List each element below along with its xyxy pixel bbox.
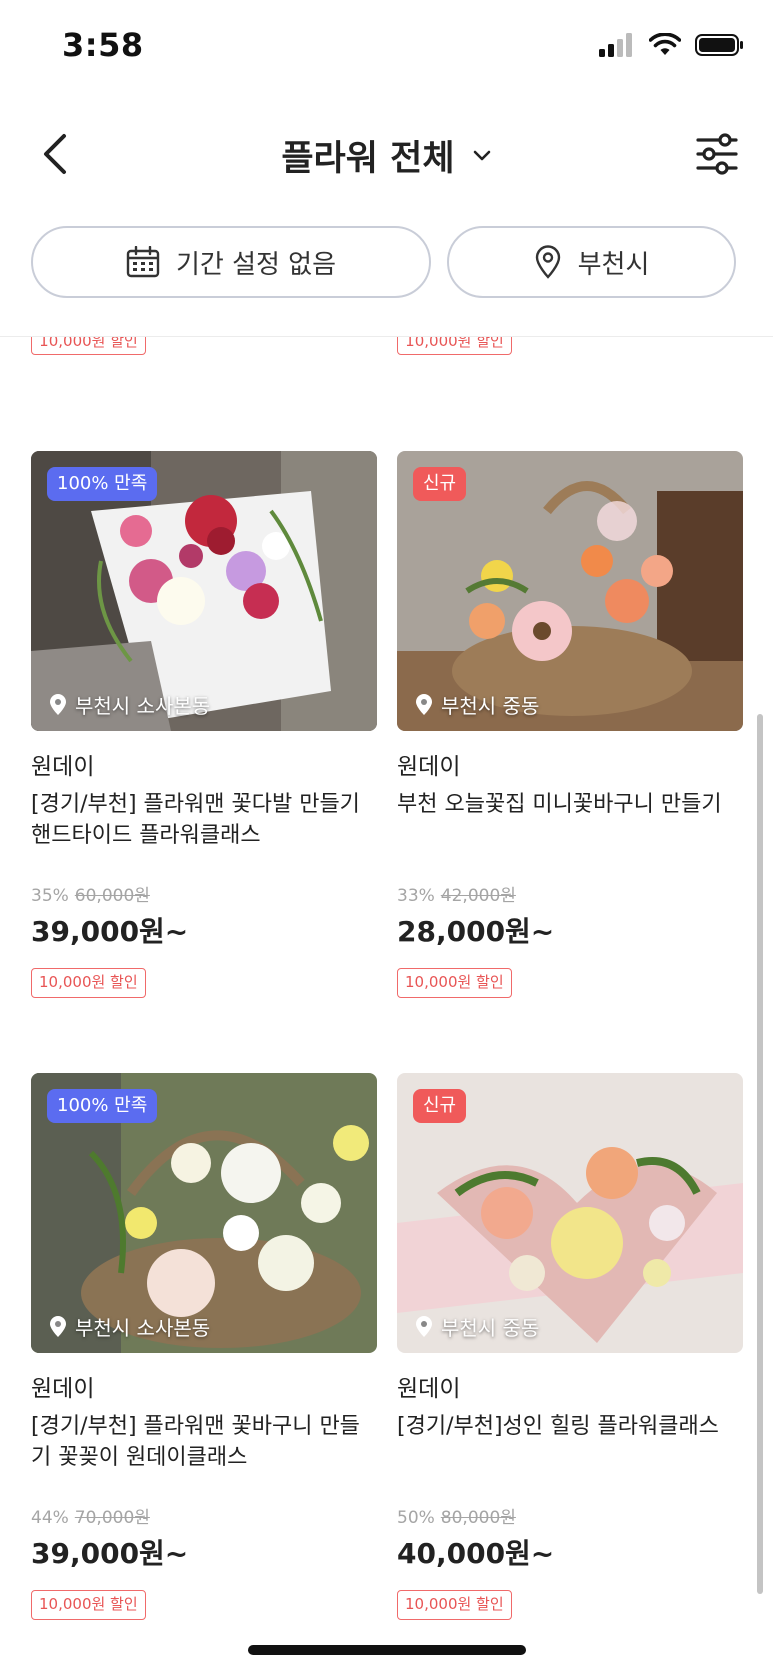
sale-price: 39,000원~	[31, 915, 189, 948]
product-brand: 원데이	[31, 1376, 95, 1402]
price-info: 50% 80,000원 40,000원~	[397, 1503, 743, 1572]
status-time: 3:58	[62, 26, 144, 64]
coupon-badge: 10,000원 할인	[397, 1590, 512, 1620]
home-indicator[interactable]	[248, 1645, 526, 1655]
discount-rate: 35%	[31, 886, 69, 906]
product-location-label: 부천시 소사본동	[75, 1316, 211, 1340]
product-location-label: 부천시 중동	[441, 1316, 540, 1340]
original-price: 42,000원	[440, 886, 516, 906]
wifi-icon	[649, 33, 681, 55]
chevron-down-icon	[473, 150, 490, 160]
filter-chips: 기간 설정 없음 부천시	[0, 226, 773, 302]
location-pin-icon	[535, 245, 560, 279]
coupon-badge: 10,000원 할인	[31, 337, 146, 355]
page-title: 플라워 전체	[281, 139, 455, 179]
product-name: [경기/부천]성인 힐링 플라워클래스	[397, 1414, 719, 1439]
coupon-badge: 10,000원 할인	[31, 1590, 146, 1620]
product-image: 신규 부천시 중동	[397, 1073, 743, 1353]
product-location: 부천시 중동	[415, 1312, 539, 1341]
original-price: 80,000원	[440, 1508, 516, 1528]
sale-price: 39,000원~	[31, 1537, 189, 1570]
location-pin-icon	[50, 693, 66, 715]
new-badge: 신규	[413, 1089, 467, 1123]
product-card[interactable]: 100% 만족 부천시 소사본동 원데이 [경기/부천] 플라워맨 꽃다발 만들…	[31, 451, 377, 998]
satisfaction-badge: 100% 만족	[47, 1089, 158, 1123]
product-card[interactable]: 신규 부천시 중동 원데이 부천 오늘꽃집 미니꽃바구니 만들기 33% 42,0…	[397, 451, 743, 998]
product-card[interactable]: 신규 부천시 중동 원데이 [경기/부천]성인 힐링 플라워클래스 50% 80,…	[397, 1073, 743, 1620]
product-brand: 원데이	[397, 1376, 461, 1402]
discount-rate: 44%	[31, 1508, 69, 1528]
date-filter-chip[interactable]: 기간 설정 없음	[31, 226, 431, 298]
product-location: 부천시 소사본동	[49, 1312, 210, 1341]
product-location: 부천시 중동	[415, 690, 539, 719]
product-image: 신규 부천시 중동	[397, 451, 743, 731]
date-filter-label: 기간 설정 없음	[175, 249, 337, 280]
sale-price: 28,000원~	[397, 915, 555, 948]
product-location-label: 부천시 중동	[441, 694, 540, 718]
coupon-badge: 10,000원 할인	[397, 337, 512, 355]
location-filter-chip[interactable]: 부천시	[447, 226, 736, 298]
new-badge: 신규	[413, 467, 467, 501]
product-image: 100% 만족 부천시 소사본동	[31, 1073, 377, 1353]
battery-icon	[695, 34, 743, 56]
status-bar: 3:58	[0, 0, 773, 96]
category-selector[interactable]: 플라워 전체	[0, 130, 773, 181]
coupon-badge: 10,000원 할인	[31, 968, 146, 998]
product-image: 100% 만족 부천시 소사본동	[31, 451, 377, 731]
price-info: 44% 70,000원 39,000원~	[31, 1503, 377, 1572]
location-pin-icon	[50, 1315, 66, 1337]
product-name: 부천 오늘꽃집 미니꽃바구니 만들기	[397, 792, 722, 817]
location-filter-label: 부천시	[577, 249, 650, 280]
calendar-icon	[126, 246, 160, 278]
original-price: 70,000원	[74, 1508, 150, 1528]
location-pin-icon	[416, 1315, 432, 1337]
discount-rate: 50%	[397, 1508, 435, 1528]
product-name: [경기/부천] 플라워맨 꽃다발 만들기 핸드타이드 플라워클래스	[31, 792, 360, 848]
satisfaction-badge: 100% 만족	[47, 467, 158, 501]
sliders-icon	[696, 133, 738, 175]
coupon-badge: 10,000원 할인	[397, 968, 512, 998]
location-pin-icon	[416, 693, 432, 715]
product-brand: 원데이	[31, 754, 95, 780]
status-icons	[599, 33, 745, 57]
original-price: 60,000원	[74, 886, 150, 906]
scrollbar[interactable]	[757, 714, 763, 1594]
product-card[interactable]: 100% 만족 부천시 소사본동 원데이 [경기/부천] 플라워맨 꽃바구니 만…	[31, 1073, 377, 1620]
filter-button[interactable]	[695, 132, 739, 176]
product-location: 부천시 소사본동	[49, 690, 210, 719]
product-location-label: 부천시 소사본동	[75, 694, 211, 718]
discount-rate: 33%	[397, 886, 435, 906]
product-name: [경기/부천] 플라워맨 꽃바구니 만들기 꽃꽂이 원데이클래스	[31, 1414, 360, 1470]
product-brand: 원데이	[397, 754, 461, 780]
top-navigation: 플라워 전체	[0, 112, 773, 192]
sale-price: 40,000원~	[397, 1537, 555, 1570]
price-info: 33% 42,000원 28,000원~	[397, 881, 743, 950]
cellular-signal-icon	[599, 33, 632, 57]
product-grid[interactable]: 10,000원 할인 10,000원 할인 100% 만족 부천시 소사본동 원…	[0, 337, 773, 1637]
price-info: 35% 60,000원 39,000원~	[31, 881, 377, 950]
